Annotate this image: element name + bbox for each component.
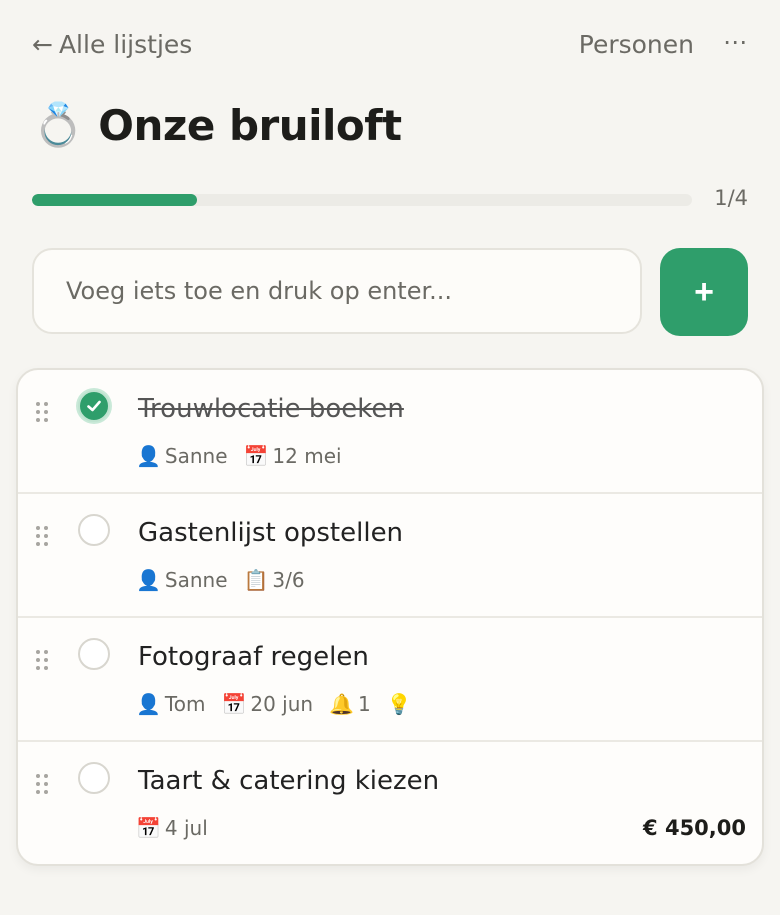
meta-text: 4 jul bbox=[164, 816, 208, 840]
drag-handle-icon[interactable] bbox=[36, 650, 50, 670]
checkbox-checked[interactable] bbox=[78, 390, 110, 422]
drag-handle-icon[interactable] bbox=[36, 774, 50, 794]
meta-chip: 📋 3/6 bbox=[244, 568, 305, 592]
meta-text: 3/6 bbox=[272, 568, 305, 592]
item-meta: 📅 4 jul bbox=[136, 816, 208, 840]
item-title[interactable]: Gastenlijst opstellen bbox=[138, 518, 403, 548]
item-title[interactable]: Trouwlocatie boeken bbox=[138, 394, 404, 424]
meta-chip: 🔔 1 bbox=[329, 692, 371, 716]
person-icon: 👤 bbox=[136, 692, 161, 716]
checkbox[interactable] bbox=[78, 514, 110, 546]
meta-chip: 👤 Tom bbox=[136, 692, 205, 716]
checkmark-icon bbox=[87, 400, 101, 412]
progress-fill bbox=[32, 194, 197, 206]
progress-label: 1/4 bbox=[714, 186, 748, 210]
meta-chip: 📅 12 mei bbox=[244, 444, 342, 468]
meta-text: Sanne bbox=[164, 568, 228, 592]
meta-chip: 📅 20 jun bbox=[221, 692, 313, 716]
meta-text: Sanne bbox=[164, 444, 228, 468]
meta-chip: 💡 bbox=[387, 692, 412, 716]
todo-list: Trouwlocatie boeken 👤 Sanne 📅 12 mei Gastenli… bbox=[16, 368, 764, 866]
calendar-icon: 📅 bbox=[136, 816, 161, 840]
checkbox[interactable] bbox=[78, 638, 110, 670]
more-options-icon[interactable]: ⋯ bbox=[723, 28, 748, 56]
people-button[interactable]: Personen bbox=[579, 30, 694, 59]
list-item[interactable]: Gastenlijst opstellen 👤 Sanne 📋 3/6 bbox=[18, 494, 762, 618]
calendar-icon: 📅 bbox=[243, 444, 269, 468]
progress-bar bbox=[32, 194, 692, 206]
add-item-button[interactable]: + bbox=[660, 248, 748, 336]
person-icon: 👤 bbox=[136, 568, 161, 592]
item-title[interactable]: Fotograaf regelen bbox=[138, 642, 369, 672]
list-item[interactable]: Fotograaf regelen 👤 Tom 📅 20 jun 🔔 1 💡 bbox=[18, 618, 762, 742]
list-title-row: 💍 Onze bruiloft bbox=[32, 100, 402, 150]
meta-text: 1 bbox=[357, 692, 371, 716]
meta-text: 20 jun bbox=[250, 692, 314, 716]
item-price: € 450,00 bbox=[643, 816, 746, 840]
meta-chip: 👤 Sanne bbox=[136, 568, 228, 592]
lightbulb-icon: 💡 bbox=[386, 692, 412, 716]
top-bar: ← Alle lijstjes Personen ⋯ bbox=[32, 28, 748, 60]
back-link[interactable]: ← Alle lijstjes bbox=[32, 30, 192, 59]
item-meta: 👤 Sanne 📅 12 mei bbox=[136, 444, 342, 468]
person-icon: 👤 bbox=[136, 444, 161, 468]
add-item-row: + bbox=[32, 248, 748, 336]
list-item[interactable]: Trouwlocatie boeken 👤 Sanne 📅 12 mei bbox=[18, 370, 762, 494]
bell-icon: 🔔 bbox=[329, 692, 354, 716]
clipboard-icon: 📋 bbox=[243, 568, 269, 592]
ring-icon: 💍 bbox=[32, 100, 85, 149]
meta-chip: 📅 4 jul bbox=[136, 816, 208, 840]
back-arrow-icon: ← bbox=[32, 30, 53, 59]
checkbox[interactable] bbox=[78, 762, 110, 794]
item-meta: 👤 Tom 📅 20 jun 🔔 1 💡 bbox=[136, 692, 412, 716]
drag-handle-icon[interactable] bbox=[36, 526, 50, 546]
item-title[interactable]: Taart & catering kiezen bbox=[138, 766, 439, 796]
calendar-icon: 📅 bbox=[221, 692, 247, 716]
meta-text: Tom bbox=[164, 692, 206, 716]
list-item[interactable]: Taart & catering kiezen 📅 4 jul € 450,00 bbox=[18, 742, 762, 864]
back-label: Alle lijstjes bbox=[58, 30, 193, 59]
page-title: Onze bruiloft bbox=[98, 100, 402, 150]
add-item-input[interactable] bbox=[32, 248, 642, 334]
drag-handle-icon[interactable] bbox=[36, 402, 50, 422]
meta-chip: 👤 Sanne bbox=[136, 444, 228, 468]
meta-text: 12 mei bbox=[272, 444, 342, 468]
item-meta: 👤 Sanne 📋 3/6 bbox=[136, 568, 305, 592]
